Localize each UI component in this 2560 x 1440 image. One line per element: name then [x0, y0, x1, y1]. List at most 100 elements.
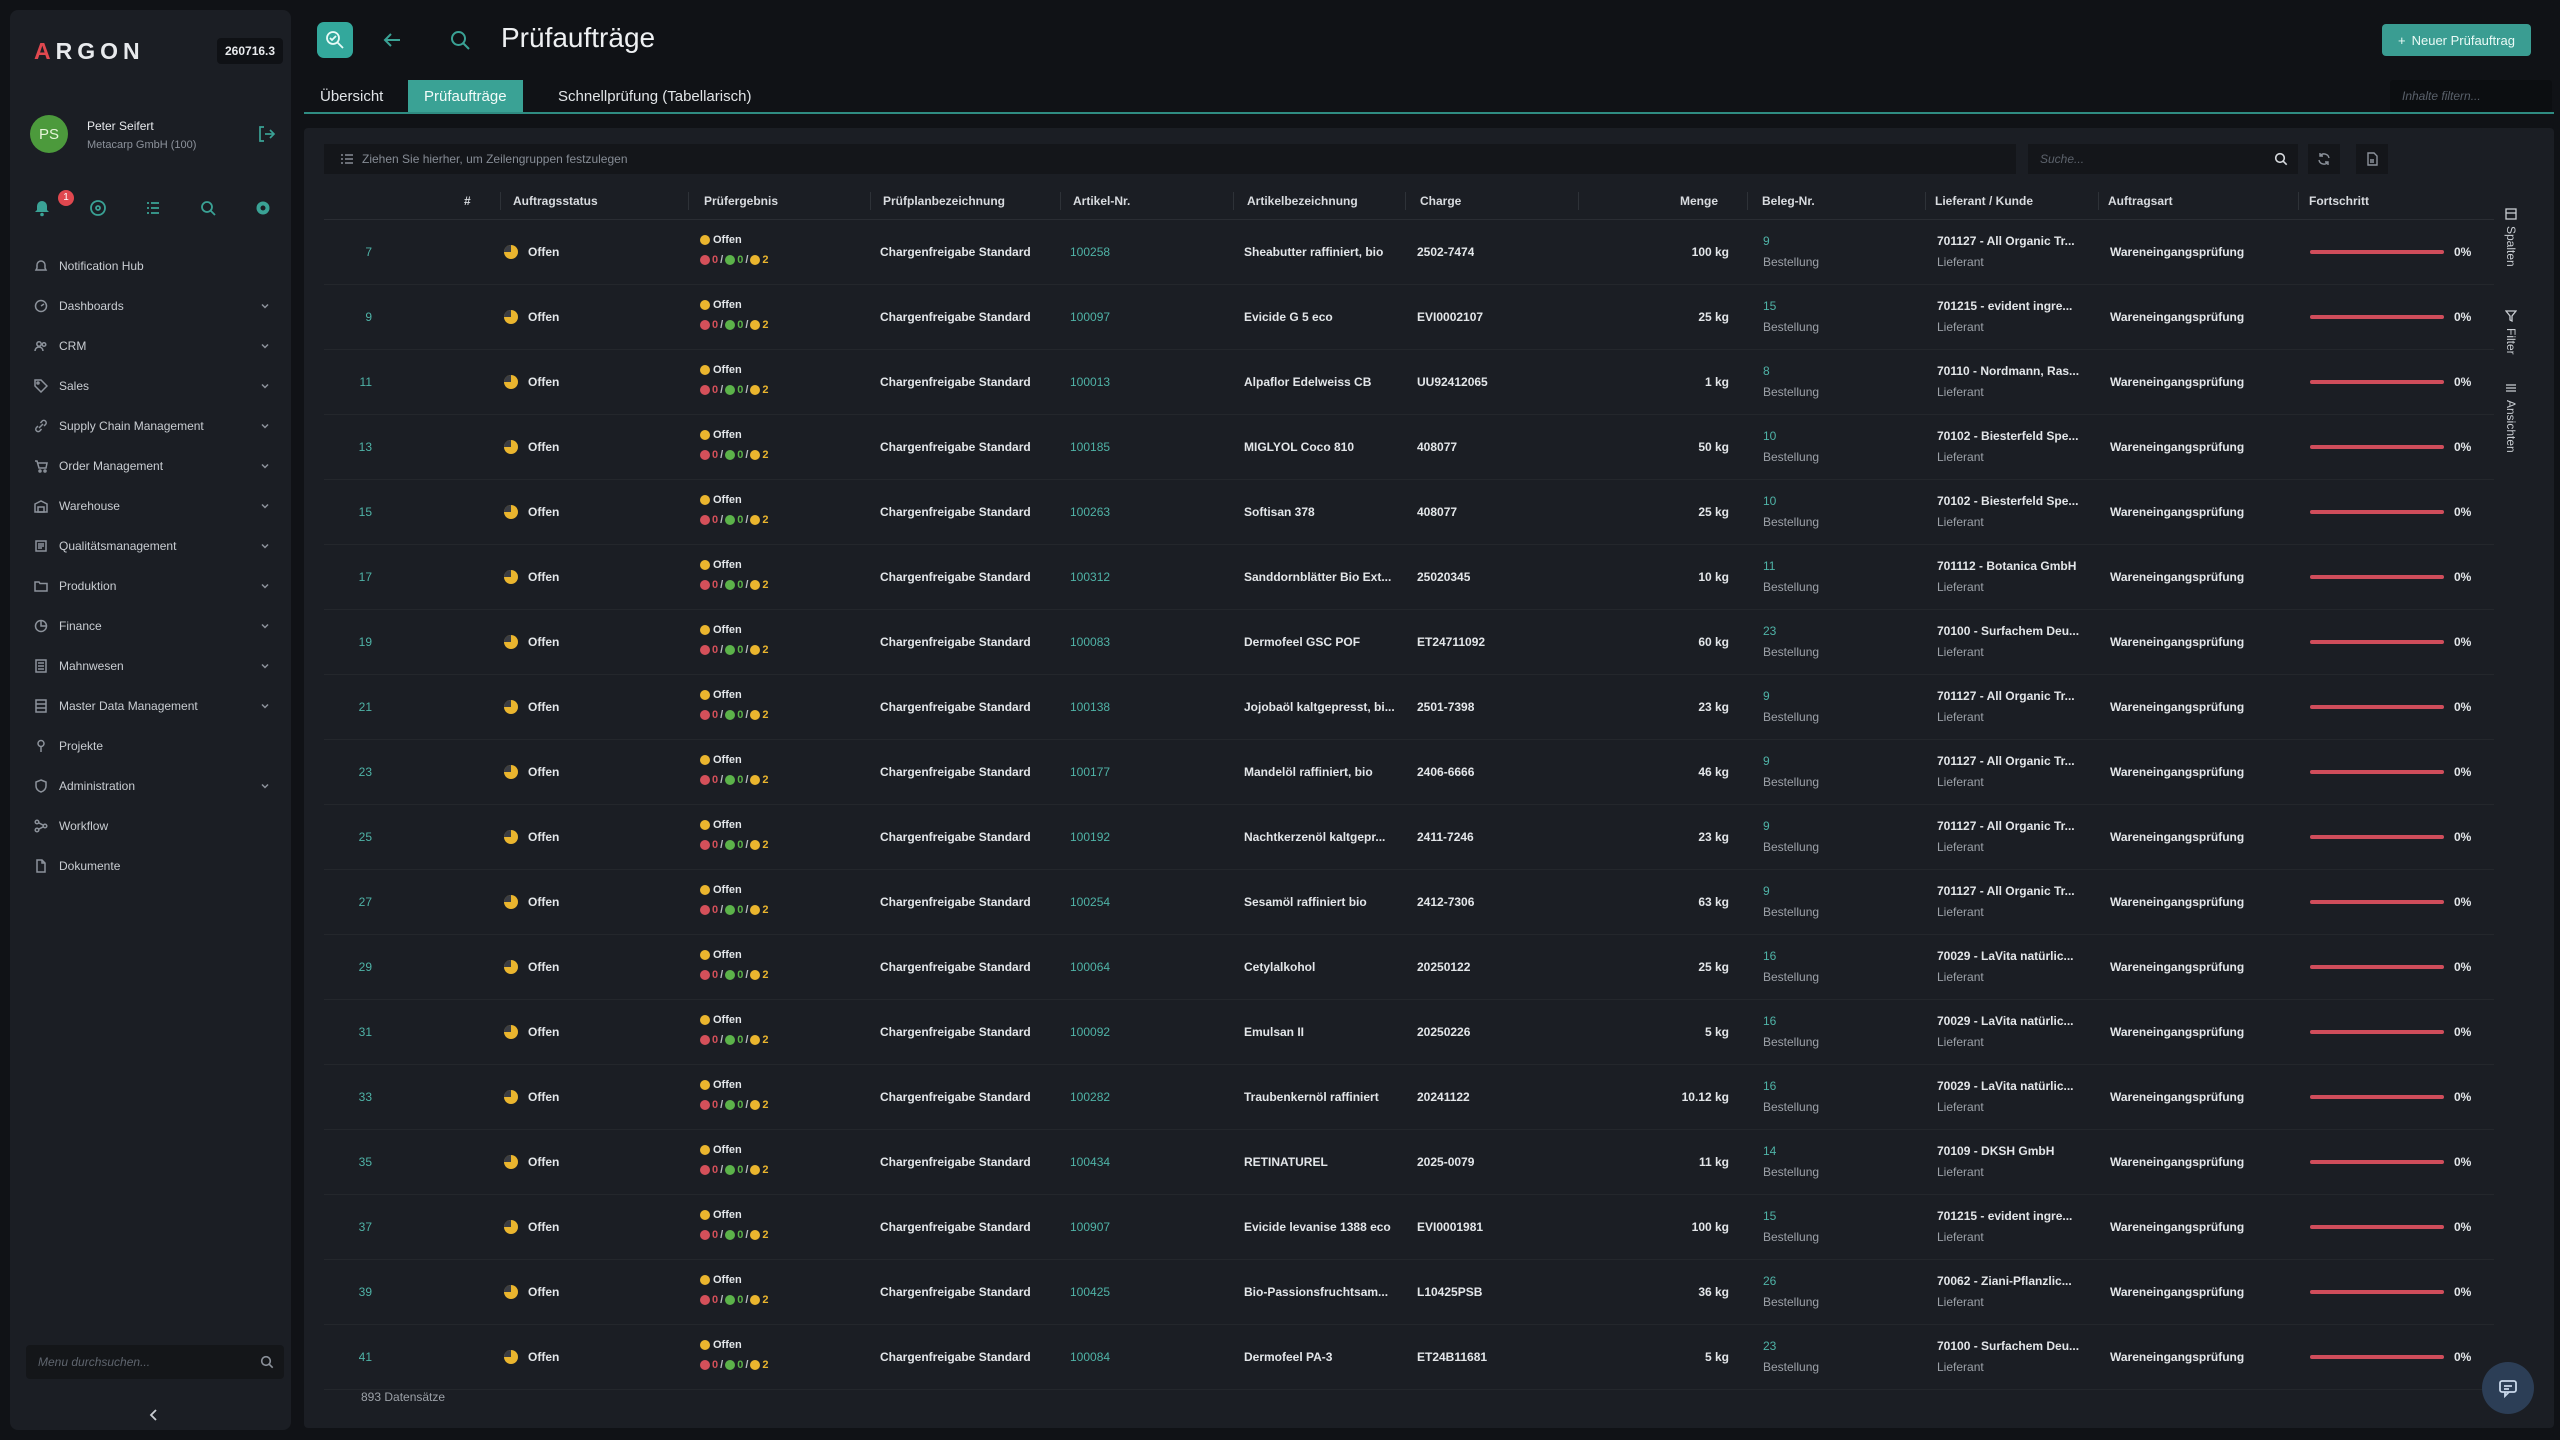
document-number-link[interactable]: 10: [1763, 494, 1776, 508]
row-number[interactable]: 21: [359, 700, 372, 714]
column-header[interactable]: Lieferant / Kunde: [1935, 194, 2033, 208]
table-row[interactable]: 33 Offen Offen 0 / 0 / 2 Chargenfreigabe…: [324, 1065, 2494, 1130]
column-header[interactable]: Artikel-Nr.: [1073, 194, 1130, 208]
gear-icon[interactable]: [253, 198, 273, 218]
column-resize-handle[interactable]: [1925, 192, 1926, 210]
article-number-link[interactable]: 100254: [1070, 895, 1110, 909]
table-row[interactable]: 21 Offen Offen 0 / 0 / 2 Chargenfreigabe…: [324, 675, 2494, 740]
filter-tool[interactable]: Filter: [2504, 310, 2518, 355]
column-header[interactable]: Menge: [1680, 194, 1718, 208]
row-number[interactable]: 33: [359, 1090, 372, 1104]
document-number-link[interactable]: 9: [1763, 884, 1770, 898]
row-number[interactable]: 27: [359, 895, 372, 909]
table-row[interactable]: 11 Offen Offen 0 / 0 / 2 Chargenfreigabe…: [324, 350, 2494, 415]
row-number[interactable]: 7: [365, 245, 372, 259]
table-row[interactable]: 27 Offen Offen 0 / 0 / 2 Chargenfreigabe…: [324, 870, 2494, 935]
column-resize-handle[interactable]: [1233, 192, 1234, 210]
column-resize-handle[interactable]: [870, 192, 871, 210]
document-number-link[interactable]: 9: [1763, 234, 1770, 248]
sidebar-item-sales[interactable]: Sales: [10, 366, 291, 406]
views-tool[interactable]: Ansichten: [2504, 382, 2518, 453]
table-row[interactable]: 19 Offen Offen 0 / 0 / 2 Chargenfreigabe…: [324, 610, 2494, 675]
sidebar-item-supply-chain-management[interactable]: Supply Chain Management: [10, 406, 291, 446]
document-number-link[interactable]: 11: [1763, 559, 1775, 573]
refresh-button[interactable]: [2308, 144, 2340, 174]
sidebar-item-crm[interactable]: CRM: [10, 326, 291, 366]
article-number-link[interactable]: 100907: [1070, 1220, 1110, 1234]
article-number-link[interactable]: 100258: [1070, 245, 1110, 259]
document-number-link[interactable]: 16: [1763, 1079, 1776, 1093]
document-number-link[interactable]: 9: [1763, 689, 1770, 703]
row-number[interactable]: 39: [359, 1285, 372, 1299]
article-number-link[interactable]: 100263: [1070, 505, 1110, 519]
column-resize-handle[interactable]: [688, 192, 689, 210]
table-row[interactable]: 37 Offen Offen 0 / 0 / 2 Chargenfreigabe…: [324, 1195, 2494, 1260]
sidebar-item-mahnwesen[interactable]: Mahnwesen: [10, 646, 291, 686]
row-group-drop-zone[interactable]: Ziehen Sie hierher, um Zeilengruppen fes…: [324, 144, 2016, 174]
table-search-input[interactable]: Suche...: [2028, 144, 2298, 174]
row-number[interactable]: 29: [359, 960, 372, 974]
document-number-link[interactable]: 15: [1763, 1209, 1776, 1223]
column-header[interactable]: Auftragsart: [2108, 194, 2173, 208]
list-icon[interactable]: [143, 198, 163, 218]
table-row[interactable]: 29 Offen Offen 0 / 0 / 2 Chargenfreigabe…: [324, 935, 2494, 1000]
table-row[interactable]: 9 Offen Offen 0 / 0 / 2 Chargenfreigabe …: [324, 285, 2494, 350]
back-arrow-icon[interactable]: [380, 28, 404, 52]
column-header[interactable]: #: [464, 194, 471, 208]
sidebar-item-notification-hub[interactable]: Notification Hub: [10, 246, 291, 286]
export-button[interactable]: [2356, 144, 2388, 174]
row-number[interactable]: 17: [359, 570, 372, 584]
column-header[interactable]: Charge: [1420, 194, 1461, 208]
document-number-link[interactable]: 10: [1763, 429, 1776, 443]
table-row[interactable]: 31 Offen Offen 0 / 0 / 2 Chargenfreigabe…: [324, 1000, 2494, 1065]
column-resize-handle[interactable]: [1578, 192, 1579, 210]
collapse-sidebar-icon[interactable]: [148, 1408, 160, 1422]
table-row[interactable]: 15 Offen Offen 0 / 0 / 2 Chargenfreigabe…: [324, 480, 2494, 545]
row-number[interactable]: 31: [359, 1025, 372, 1039]
tab-inspection-orders[interactable]: Prüfaufträge: [408, 80, 523, 112]
article-number-link[interactable]: 100312: [1070, 570, 1110, 584]
article-number-link[interactable]: 100083: [1070, 635, 1110, 649]
row-number[interactable]: 35: [359, 1155, 372, 1169]
table-row[interactable]: 23 Offen Offen 0 / 0 / 2 Chargenfreigabe…: [324, 740, 2494, 805]
document-number-link[interactable]: 26: [1763, 1274, 1776, 1288]
chat-support-button[interactable]: [2482, 1362, 2534, 1414]
article-number-link[interactable]: 100282: [1070, 1090, 1110, 1104]
document-number-link[interactable]: 23: [1763, 624, 1776, 638]
content-filter-input[interactable]: Inhalte filtern...: [2390, 80, 2552, 112]
sidebar-item-workflow[interactable]: Workflow: [10, 806, 291, 846]
table-row[interactable]: 25 Offen Offen 0 / 0 / 2 Chargenfreigabe…: [324, 805, 2494, 870]
row-number[interactable]: 25: [359, 830, 372, 844]
sidebar-item-projekte[interactable]: Projekte: [10, 726, 291, 766]
table-row[interactable]: 39 Offen Offen 0 / 0 / 2 Chargenfreigabe…: [324, 1260, 2494, 1325]
column-resize-handle[interactable]: [1747, 192, 1748, 210]
table-row[interactable]: 17 Offen Offen 0 / 0 / 2 Chargenfreigabe…: [324, 545, 2494, 610]
dashboard-gauge-icon[interactable]: [88, 198, 108, 218]
row-number[interactable]: 23: [359, 765, 372, 779]
document-number-link[interactable]: 9: [1763, 819, 1770, 833]
article-number-link[interactable]: 100177: [1070, 765, 1110, 779]
logout-icon[interactable]: [255, 123, 277, 145]
article-number-link[interactable]: 100192: [1070, 830, 1110, 844]
column-resize-handle[interactable]: [2098, 192, 2099, 210]
row-number[interactable]: 15: [359, 505, 372, 519]
row-number[interactable]: 9: [365, 310, 372, 324]
column-header[interactable]: Fortschritt: [2309, 194, 2369, 208]
tab-overview[interactable]: Übersicht: [304, 80, 399, 112]
article-number-link[interactable]: 100092: [1070, 1025, 1110, 1039]
sidebar-item-dashboards[interactable]: Dashboards: [10, 286, 291, 326]
article-number-link[interactable]: 100013: [1070, 375, 1110, 389]
column-header[interactable]: Prüfergebnis: [704, 194, 778, 208]
document-number-link[interactable]: 23: [1763, 1339, 1776, 1353]
avatar[interactable]: PS: [30, 115, 68, 153]
column-header[interactable]: Prüfplanbezeichnung: [883, 194, 1005, 208]
article-number-link[interactable]: 100064: [1070, 960, 1110, 974]
article-number-link[interactable]: 100185: [1070, 440, 1110, 454]
tab-quick-inspection[interactable]: Schnellprüfung (Tabellarisch): [542, 80, 767, 112]
sidebar-item-administration[interactable]: Administration: [10, 766, 291, 806]
document-number-link[interactable]: 9: [1763, 754, 1770, 768]
new-inspection-order-button[interactable]: + Neuer Prüfauftrag: [2382, 24, 2531, 56]
table-row[interactable]: 35 Offen Offen 0 / 0 / 2 Chargenfreigabe…: [324, 1130, 2494, 1195]
sidebar-item-dokumente[interactable]: Dokumente: [10, 846, 291, 886]
sidebar-item-master-data-management[interactable]: Master Data Management: [10, 686, 291, 726]
